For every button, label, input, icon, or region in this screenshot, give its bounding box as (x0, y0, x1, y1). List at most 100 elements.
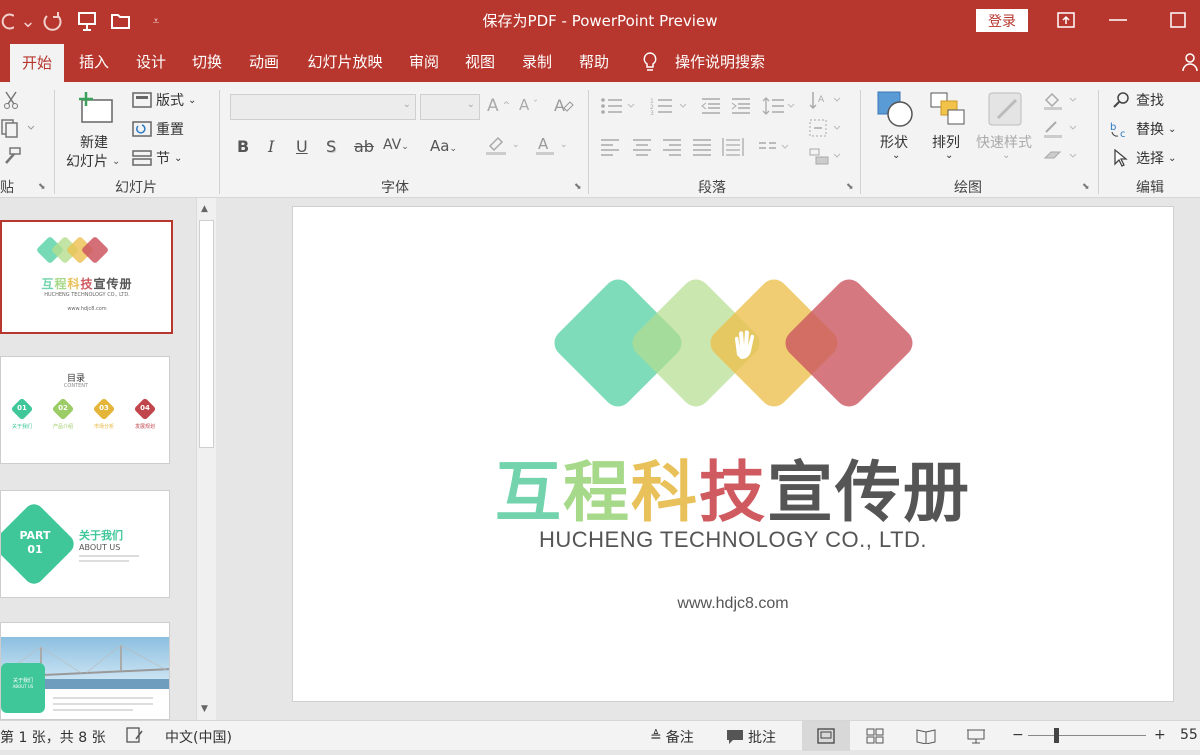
find-button[interactable]: 查找 (1112, 90, 1164, 110)
lightbulb-icon[interactable] (640, 42, 660, 82)
tab-home[interactable]: 开始 (10, 44, 64, 82)
change-case-button[interactable]: Aa⌄ (430, 137, 457, 155)
tab-insert[interactable]: 插入 (70, 42, 118, 82)
reset-button[interactable]: 重置 (132, 119, 184, 139)
italic-button[interactable]: I (268, 137, 274, 156)
arrange-icon[interactable] (928, 90, 968, 128)
font-size-select[interactable]: ⌄ (420, 94, 480, 120)
reading-view-icon[interactable] (916, 728, 936, 744)
zoom-slider[interactable] (1028, 735, 1146, 736)
account-icon[interactable] (1180, 42, 1200, 82)
tab-slideshow[interactable]: 幻灯片放映 (300, 42, 390, 82)
slide-sorter-icon[interactable] (866, 728, 884, 744)
shadow-button[interactable]: S (326, 137, 336, 156)
new-slide-icon[interactable] (76, 90, 116, 124)
font-color-button[interactable]: A ⌄ (534, 134, 568, 156)
paragraph-launcher-icon[interactable]: ⬊ (846, 182, 854, 192)
tab-record[interactable]: 录制 (514, 42, 560, 82)
distributed-icon[interactable] (722, 137, 744, 157)
scroll-thumb[interactable] (199, 220, 214, 448)
tab-design[interactable]: 设计 (128, 42, 174, 82)
shape-fill-icon[interactable] (1042, 90, 1082, 110)
numbering-icon[interactable]: 123 (650, 96, 690, 116)
slide-thumbnail-4[interactable]: 关于我们 ABOUT US (0, 622, 170, 720)
quick-styles-label[interactable]: 快速样式 (976, 132, 1032, 152)
clipboard-launcher-icon[interactable]: ⬊ (38, 182, 46, 192)
character-spacing-button[interactable]: AV⌄ (383, 137, 409, 153)
tab-animations[interactable]: 动画 (241, 42, 287, 82)
increase-indent-icon[interactable] (730, 96, 752, 116)
slide-thumbnail-1[interactable]: 互程科技宣传册 HUCHENG TECHNOLOGY CO., LTD. www… (0, 220, 173, 334)
bold-button[interactable]: B (237, 137, 249, 156)
slide-subtitle[interactable]: HUCHENG TECHNOLOGY CO., LTD. (293, 527, 1173, 553)
scroll-up-icon[interactable]: ▲ (201, 204, 208, 214)
bullets-icon[interactable] (600, 96, 638, 116)
shapes-icon[interactable] (876, 90, 916, 128)
language-indicator[interactable]: 中文(中国) (165, 727, 232, 747)
tell-me-search[interactable]: 操作说明搜索 (668, 42, 772, 82)
section-button[interactable]: 节 ⌄ (132, 148, 182, 168)
align-left-icon[interactable] (600, 138, 620, 156)
zoom-level[interactable]: 55 (1180, 727, 1198, 743)
highlight-color-button[interactable]: ⌄ (484, 134, 520, 156)
shape-effects-icon[interactable] (1042, 146, 1082, 166)
slide-url[interactable]: www.hdjc8.com (293, 595, 1173, 613)
accessibility-icon[interactable] (126, 727, 144, 743)
shape-outline-icon[interactable] (1042, 118, 1082, 138)
grow-font-icon[interactable]: A ^ (487, 96, 510, 116)
layout-button[interactable]: 版式 ⌄ (132, 90, 196, 110)
justify-icon[interactable] (692, 138, 712, 156)
decrease-indent-icon[interactable] (700, 96, 722, 116)
slideshow-icon[interactable] (966, 728, 986, 744)
cut-icon[interactable] (2, 90, 20, 110)
arrange-label[interactable]: 排列 (932, 132, 960, 152)
align-right-icon[interactable] (662, 138, 682, 156)
copy-icon[interactable] (0, 118, 36, 138)
drawing-launcher-icon[interactable]: ⬊ (1082, 182, 1090, 192)
slide-title[interactable]: 互程科技宣传册 (293, 439, 1173, 535)
maximize-icon[interactable] (1166, 8, 1190, 32)
smartart-icon[interactable] (808, 146, 844, 166)
notes-button[interactable]: ≜ 备注 (650, 727, 694, 747)
align-text-icon[interactable] (808, 118, 844, 138)
format-painter-icon[interactable] (2, 146, 22, 166)
select-button[interactable]: 选择 ⌄ (1112, 148, 1176, 168)
slide-canvas[interactable]: 互程科技宣传册 HUCHENG TECHNOLOGY CO., LTD. www… (292, 206, 1174, 702)
text-direction-icon[interactable]: A (808, 90, 844, 110)
clear-formatting-icon[interactable]: A (552, 94, 574, 116)
chevron-down-icon[interactable]: ⌄ (20, 8, 36, 34)
strikethrough-button[interactable]: ab (354, 137, 374, 156)
from-beginning-icon[interactable] (74, 8, 100, 34)
redo-icon[interactable] (40, 8, 66, 34)
zoom-out-icon[interactable]: − (1012, 727, 1024, 743)
zoom-in-icon[interactable]: + (1154, 727, 1166, 743)
thumbnail-scrollbar[interactable]: ▲ ▼ (196, 198, 216, 720)
quick-styles-icon[interactable] (986, 90, 1026, 128)
new-slide-button[interactable]: 幻灯片 ⌄ (66, 151, 120, 171)
undo-icon[interactable] (0, 8, 14, 34)
new-slide-label-1[interactable]: 新建 (80, 132, 108, 152)
shapes-label[interactable]: 形状 (880, 132, 908, 152)
slide-counter[interactable]: 第 1 张，共 8 张 (0, 727, 106, 747)
slide-thumbnail-3[interactable]: PART 01 关于我们 ABOUT US (0, 490, 170, 598)
normal-view-button[interactable] (802, 721, 850, 751)
font-launcher-icon[interactable]: ⬊ (574, 182, 582, 192)
login-button[interactable]: 登录 (976, 9, 1028, 32)
minimize-icon[interactable] (1106, 8, 1130, 32)
zoom-slider-handle[interactable] (1054, 728, 1059, 743)
tab-view[interactable]: 视图 (457, 42, 503, 82)
replace-button[interactable]: bc 替换 ⌄ (1110, 119, 1176, 139)
line-spacing-icon[interactable] (762, 96, 796, 116)
tab-help[interactable]: 帮助 (571, 42, 617, 82)
ribbon-display-icon[interactable] (1054, 8, 1078, 32)
open-folder-icon[interactable] (108, 8, 134, 34)
scroll-down-icon[interactable]: ▼ (201, 704, 208, 714)
shrink-font-icon[interactable]: Aˇ (519, 96, 538, 114)
underline-button[interactable]: U (296, 137, 308, 156)
comments-button[interactable]: 批注 (726, 727, 776, 747)
font-name-select[interactable]: ⌄ (230, 94, 416, 120)
tab-review[interactable]: 审阅 (401, 42, 447, 82)
align-center-icon[interactable] (632, 138, 652, 156)
slide-thumbnail-2[interactable]: 目录 CONTENT 01 关于我们 02 产品介绍 03 市场分析 04 发展规划 (0, 356, 170, 464)
customize-qat-icon[interactable]: ⩡ (146, 8, 166, 34)
